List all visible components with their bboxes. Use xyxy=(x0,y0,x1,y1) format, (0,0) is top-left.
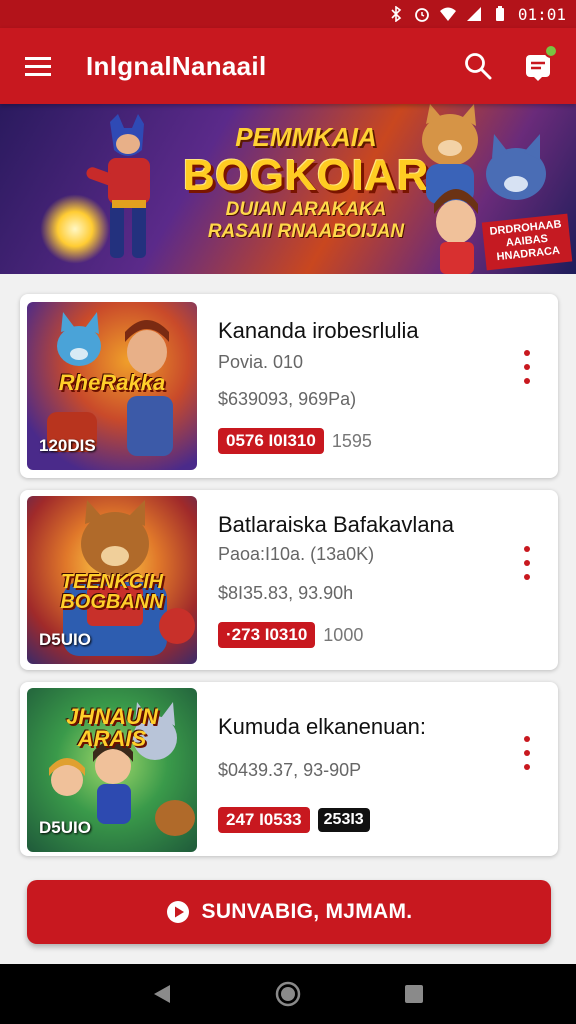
banner-headline-main: BOGKOIAR xyxy=(183,151,429,200)
item-red-badge: ·273 I0310 xyxy=(218,622,316,648)
item-tags: 247 I0533 253I3 xyxy=(218,807,426,833)
energy-burst-graphic xyxy=(40,194,110,264)
list-item[interactable]: JHNAUN ARAIS D5UIO Kumuda elkanenuan: $0… xyxy=(20,682,558,856)
search-button[interactable] xyxy=(448,28,508,104)
thumbnail-title: TEENKCIH BOGBANN xyxy=(60,571,164,613)
nav-recents-icon[interactable] xyxy=(404,984,424,1004)
play-circle-icon xyxy=(166,901,189,923)
banner-headline: PEMMKAIA BOGKOIAR DUIAN ARAKAKA RASAII R… xyxy=(176,122,436,243)
item-price: $8I35.83, 93.90h xyxy=(218,583,354,603)
item-extra-badge: 253I3 xyxy=(317,808,370,832)
item-price: $0439.37, 93-90P xyxy=(218,760,362,780)
app-bar: InlgnalNanaail xyxy=(0,28,576,104)
game-thumbnail: RheRakka 120DIS xyxy=(27,302,197,470)
thumbnail-corner-label: D5UIO xyxy=(39,818,91,837)
thumbnail-title: RheRakka xyxy=(58,370,166,395)
thumbnail-corner-label: D5UIO xyxy=(39,630,91,649)
item-more-options-icon[interactable] xyxy=(522,546,532,580)
item-subtitle: Paoa:I10a. (13a0K) xyxy=(218,544,375,564)
bluetooth-icon xyxy=(391,6,402,22)
banner-subline-2: RASAII RNAABOIJAN xyxy=(207,221,405,243)
item-extra-label: 1000 xyxy=(323,624,364,645)
wifi-icon xyxy=(439,7,456,21)
item-tags: 0576 I0I310 1595 xyxy=(218,428,419,454)
item-info: Kumuda elkanenuan: $0439.37, 93-90P 247 … xyxy=(218,714,426,833)
status-bar: 01:01 xyxy=(0,0,576,28)
list-item[interactable]: TEENKCIH BOGBANN D5UIO Batlaraiska Bafak… xyxy=(20,490,558,670)
hamburger-menu-icon xyxy=(25,57,51,76)
nav-back-icon[interactable] xyxy=(152,983,172,1005)
item-tags: ·273 I0310 1000 xyxy=(218,622,454,648)
item-more-options-icon[interactable] xyxy=(522,736,532,770)
signal-icon xyxy=(466,7,481,21)
promo-banner[interactable]: PEMMKAIA BOGKOIAR DUIAN ARAKAKA RASAII R… xyxy=(0,104,576,274)
item-red-badge: 247 I0533 xyxy=(218,807,310,833)
alarm-icon xyxy=(414,8,429,22)
banner-subline-1: DUIAN ARAKAKA xyxy=(225,199,387,221)
battery-icon xyxy=(495,6,504,21)
item-title: Batlaraiska Bafakavlana xyxy=(218,512,455,537)
item-title: Kumuda elkanenuan: xyxy=(218,714,426,739)
notification-badge xyxy=(544,44,558,58)
item-price: $639093, 969Pa) xyxy=(218,389,357,409)
primary-action-label: SUNVABIG, MJMAM. xyxy=(201,900,413,923)
game-thumbnail: TEENKCIH BOGBANN D5UIO xyxy=(27,496,197,664)
item-extra-label: 1595 xyxy=(331,430,372,451)
thumbnail-corner-label: 120DIS xyxy=(39,436,96,455)
notifications-button[interactable] xyxy=(508,28,568,104)
banner-headline-top: PEMMKAIA xyxy=(235,122,377,152)
item-info: Kananda irobesrlulia Povia. 010 $639093,… xyxy=(218,318,419,454)
nav-home-icon[interactable] xyxy=(275,981,301,1007)
item-info: Batlaraiska Bafakavlana Paoa:I10a. (13a0… xyxy=(218,512,454,648)
menu-button[interactable] xyxy=(0,28,76,104)
list-item[interactable]: RheRakka 120DIS Kananda irobesrlulia Pov… xyxy=(20,294,558,478)
item-more-options-icon[interactable] xyxy=(522,350,532,384)
item-subtitle: Povia. 010 xyxy=(218,352,304,372)
banner-corner-tag: DRDROHAAB AAIBAS HNADRACA xyxy=(481,214,573,271)
game-thumbnail: JHNAUN ARAIS D5UIO xyxy=(27,688,197,852)
system-nav-bar xyxy=(0,964,576,1024)
app-title: InlgnalNanaail xyxy=(86,50,267,81)
thumbnail-title: JHNAUN ARAIS xyxy=(66,704,158,751)
item-red-badge: 0576 I0I310 xyxy=(218,428,324,454)
status-time: 01:01 xyxy=(517,4,566,24)
item-title: Kananda irobesrlulia xyxy=(218,318,419,343)
primary-action-button[interactable]: SUNVABIG, MJMAM. xyxy=(27,880,551,944)
search-icon xyxy=(465,53,492,80)
